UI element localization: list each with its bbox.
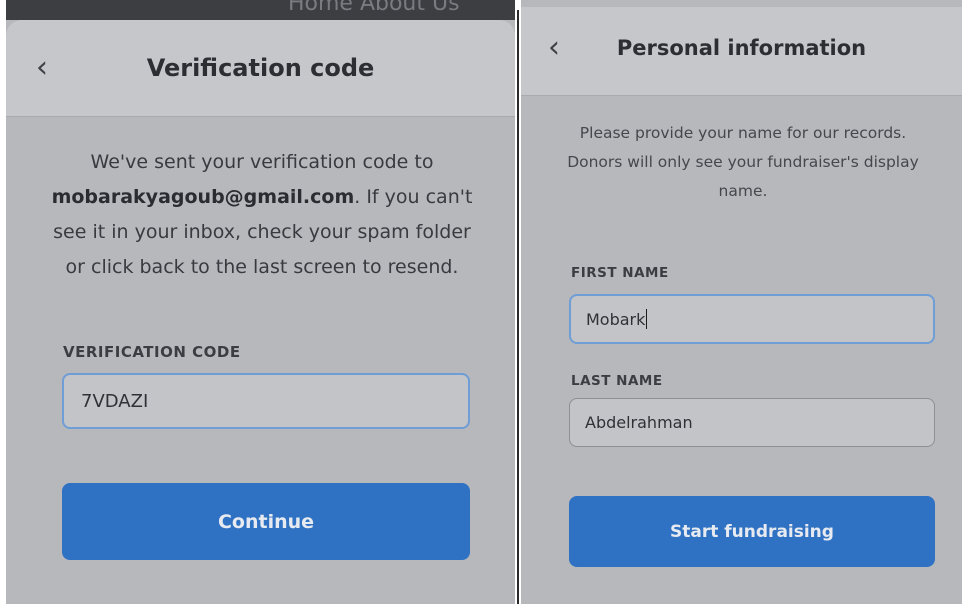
email-address: mobarakyagoub@gmail.com [51,186,355,208]
last-name-field[interactable]: Abdelrahman [569,398,935,447]
continue-button[interactable]: Continue [62,483,470,560]
verification-message: We've sent your verification code to mob… [42,145,482,285]
first-name-label: FIRST NAME [571,265,669,281]
background-nav-text: Home About Us [288,0,460,16]
background-page-strip: Home About Us [6,0,515,20]
personal-information-panel: ‹ Personal information Please provide yo… [521,0,962,604]
first-name-value: Mobark [586,309,646,329]
verification-header: ‹ Verification code [6,20,515,117]
message-prefix: We've sent your verification code to [90,151,434,173]
start-fundraising-button[interactable]: Start fundraising [569,496,935,567]
last-name-value: Abdelrahman [585,413,693,432]
text-cursor [646,309,648,329]
verification-code-value: 7VDAZI [81,390,149,412]
last-name-label: LAST NAME [571,373,663,389]
page-title: Verification code [146,54,375,82]
verification-code-input[interactable]: 7VDAZI [62,373,470,429]
personal-info-message: Please provide your name for our records… [567,124,919,200]
verification-code-label: VERIFICATION CODE [63,343,241,361]
first-name-field[interactable]: Mobark [569,294,935,344]
verification-code-panel: Home About Us ‹ Verification code We've … [6,0,515,604]
personal-info-header: ‹ Personal information [521,7,962,96]
divider-line [517,10,519,604]
page-title: Personal information [616,36,867,60]
